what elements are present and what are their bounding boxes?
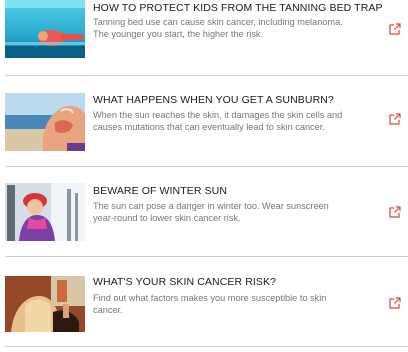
list-item[interactable]: WHAT HAPPENS WHEN YOU GET A SUNBURN? Whe… — [0, 86, 408, 154]
divider — [5, 75, 408, 76]
tanning-bed-image — [5, 0, 85, 58]
sunburn-thumbnail[interactable] — [5, 93, 85, 151]
external-link-icon[interactable] — [388, 22, 402, 36]
external-link-icon[interactable] — [388, 205, 402, 219]
article-list: HOW TO PROTECT KIDS FROM THE TANNING BED… — [0, 0, 408, 352]
list-item[interactable]: HOW TO PROTECT KIDS FROM THE TANNING BED… — [0, 0, 408, 68]
winter-sun-thumbnail[interactable] — [5, 183, 85, 241]
article-title[interactable]: WHAT HAPPENS WHEN YOU GET A SUNBURN? — [93, 94, 383, 106]
article-title[interactable]: WHAT'S YOUR SKIN CANCER RISK? — [93, 276, 383, 288]
article-description: When the sun reaches the skin, it damage… — [93, 110, 343, 132]
external-link-icon[interactable] — [388, 296, 402, 310]
skin-cancer-risk-thumbnail[interactable] — [5, 276, 85, 332]
article-title[interactable]: BEWARE OF WINTER SUN — [93, 185, 383, 197]
divider — [5, 346, 408, 347]
article-description: The sun can pose a danger in winter too.… — [93, 201, 329, 223]
tanning-bed-thumbnail[interactable] — [5, 0, 85, 58]
article-title[interactable]: HOW TO PROTECT KIDS FROM THE TANNING BED… — [93, 2, 383, 14]
divider — [5, 256, 408, 257]
sunburn-image — [5, 93, 85, 151]
skin-exam-image — [5, 276, 85, 332]
external-link-icon[interactable] — [388, 112, 402, 126]
article-description: Tanning bed use can cause skin cancer, i… — [93, 17, 343, 39]
article-description: Find out what factors makes you more sus… — [93, 293, 327, 315]
winter-sun-image — [5, 183, 85, 241]
divider — [5, 166, 408, 167]
list-item[interactable]: WHAT'S YOUR SKIN CANCER RISK? Find out w… — [0, 266, 408, 334]
list-item[interactable]: BEWARE OF WINTER SUN The sun can pose a … — [0, 177, 408, 245]
